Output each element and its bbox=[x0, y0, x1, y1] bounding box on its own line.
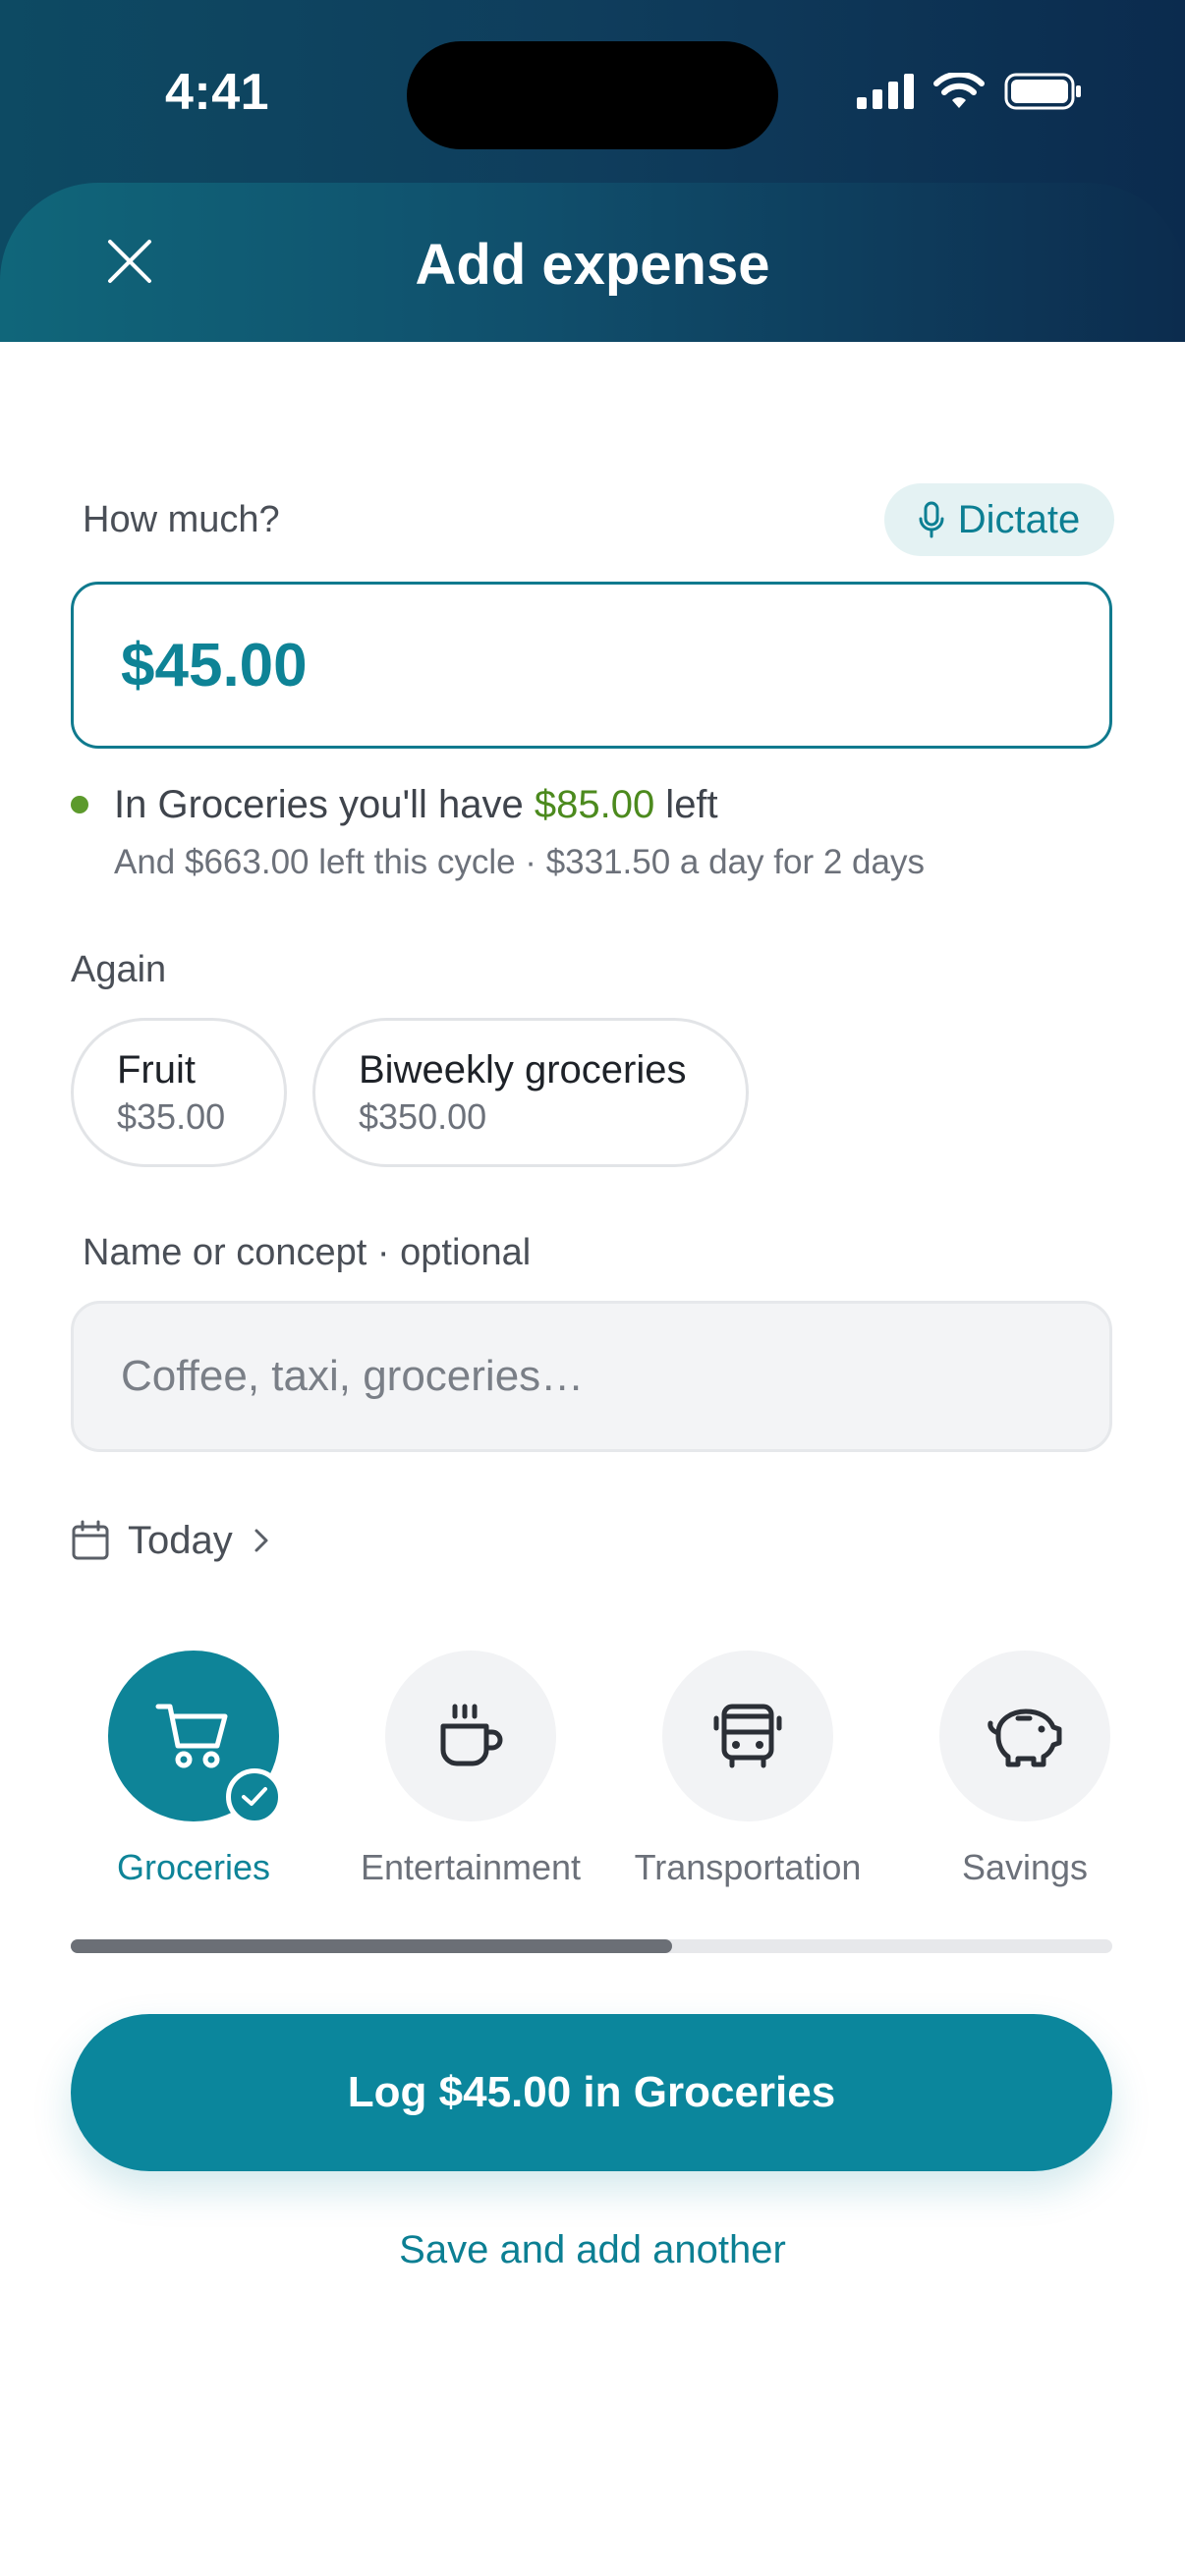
category-entertainment-circle bbox=[385, 1651, 556, 1821]
category-scrollbar[interactable] bbox=[71, 1939, 1112, 1953]
budget-remaining: $85.00 bbox=[534, 783, 655, 826]
name-field-label: Name or concept · optional bbox=[83, 1232, 532, 1273]
category-groceries-circle bbox=[108, 1651, 283, 1825]
save-and-add-another-link[interactable]: Save and add another bbox=[0, 2228, 1185, 2272]
budget-info-suffix: left bbox=[654, 783, 718, 826]
battery-icon bbox=[1004, 73, 1081, 110]
category-scrollbar-thumb[interactable] bbox=[71, 1939, 672, 1953]
status-time: 4:41 bbox=[165, 64, 270, 121]
category-savings-circle bbox=[939, 1651, 1110, 1821]
again-label: Again bbox=[71, 949, 167, 990]
bus-icon bbox=[713, 1704, 782, 1768]
piggy-bank-icon bbox=[988, 1708, 1062, 1767]
date-selector[interactable]: Today bbox=[71, 1513, 272, 1568]
cart-icon bbox=[155, 1704, 228, 1768]
category-label: Entertainment bbox=[360, 1847, 582, 1887]
again-chip-fruit[interactable]: Fruit $35.00 bbox=[71, 1018, 287, 1167]
amount-input[interactable]: $45.00 bbox=[71, 582, 1112, 749]
chip-name: Fruit bbox=[117, 1048, 196, 1092]
category-label: Savings bbox=[961, 1847, 1089, 1887]
status-icons bbox=[857, 73, 1083, 110]
category-groceries[interactable]: Groceries bbox=[66, 1651, 321, 1888]
budget-info-prefix: In Groceries you'll have bbox=[114, 783, 535, 826]
dictate-button[interactable]: Dictate bbox=[884, 483, 1114, 556]
chip-amount: $350.00 bbox=[359, 1096, 487, 1137]
log-expense-label: Log $45.00 in Groceries bbox=[347, 2068, 836, 2116]
category-entertainment[interactable]: Entertainment bbox=[343, 1651, 598, 1888]
screen: 4:41 Add expense How much? Dictate $45.0… bbox=[0, 0, 1185, 2576]
category-label: Groceries bbox=[116, 1847, 271, 1887]
signal-icon bbox=[857, 74, 914, 109]
chip-amount: $35.00 bbox=[117, 1096, 226, 1137]
wifi-icon bbox=[933, 73, 985, 108]
log-expense-button[interactable]: Log $45.00 in Groceries bbox=[71, 2014, 1112, 2171]
chip-name: Biweekly groceries bbox=[359, 1048, 687, 1092]
category-transportation[interactable]: Transportation bbox=[620, 1651, 875, 1888]
name-input[interactable] bbox=[71, 1301, 1112, 1452]
category-label: Transportation bbox=[634, 1847, 862, 1887]
budget-info: In Groceries you'll have $85.00 left bbox=[114, 783, 718, 827]
coffee-icon bbox=[440, 1704, 503, 1766]
status-dot bbox=[71, 796, 88, 813]
date-label: Today bbox=[128, 1518, 233, 1562]
dynamic-island bbox=[407, 41, 778, 149]
microphone-icon bbox=[919, 501, 944, 538]
again-chip-biweekly-groceries[interactable]: Biweekly groceries $350.00 bbox=[312, 1018, 749, 1167]
cycle-note: And $663.00 left this cycle · $331.50 a … bbox=[114, 843, 925, 881]
calendar-icon bbox=[72, 1520, 109, 1560]
amount-label: How much? bbox=[83, 499, 280, 540]
selected-check-icon bbox=[226, 1768, 283, 1825]
chevron-right-icon bbox=[254, 1529, 268, 1552]
category-transportation-circle bbox=[662, 1651, 833, 1821]
page-title: Add expense bbox=[415, 233, 770, 297]
category-savings[interactable]: Savings bbox=[897, 1651, 1153, 1888]
amount-value: $45.00 bbox=[121, 631, 308, 700]
dictate-label: Dictate bbox=[957, 497, 1081, 541]
